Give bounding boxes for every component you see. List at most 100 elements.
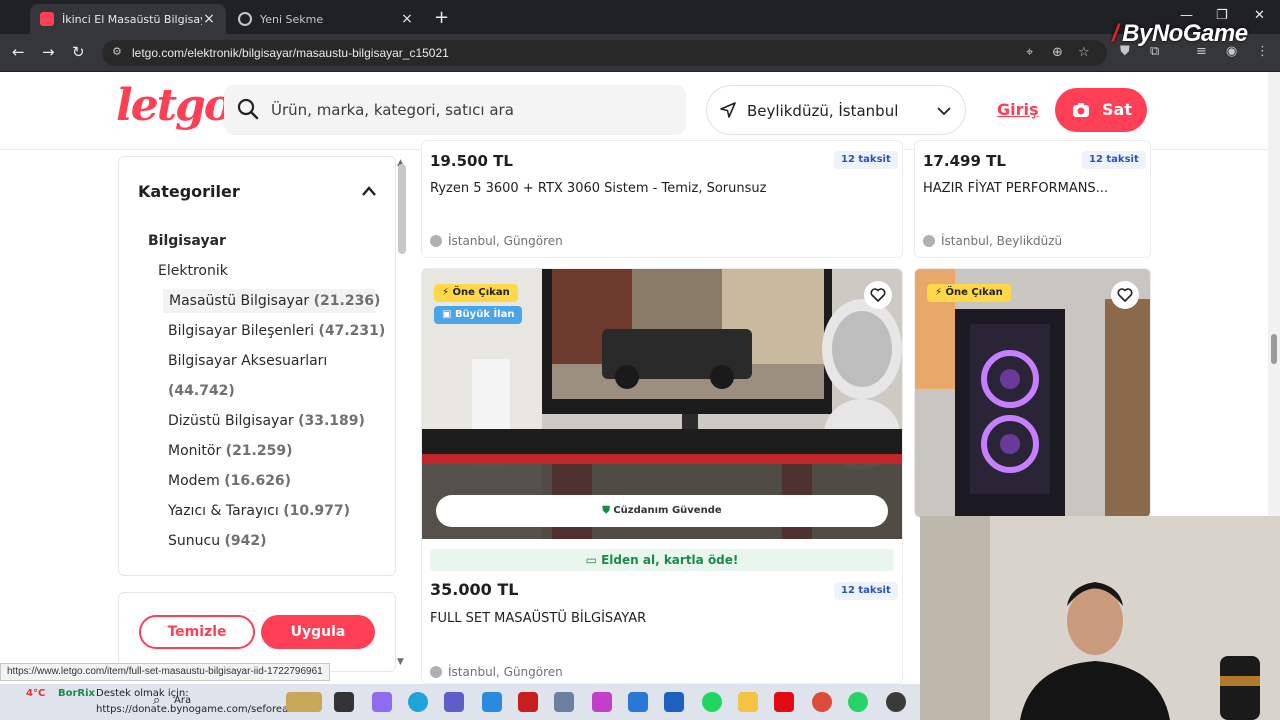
wallet-safe-badge: ⛊ Cüzdanım Güvende	[436, 495, 888, 527]
location-text: Beylikdüzü, İstanbul	[747, 102, 899, 120]
listing-image[interactable]: ⚡ Öne Çıkan ▣ Büyük İlan ⛊ Cüzdanım Güve…	[422, 269, 902, 539]
close-window-icon[interactable]: ✕	[1254, 8, 1265, 23]
cash-card-banner: ▭ Elden al, kartla öde!	[430, 549, 894, 571]
forward-icon[interactable]: →	[42, 43, 55, 61]
address-bar: ← → ↻ ⚙ letgo.com/elektronik/bilgisayar/…	[0, 34, 1280, 72]
letgo-favicon-icon	[40, 12, 54, 26]
spotify-icon[interactable]	[702, 692, 722, 712]
search-input[interactable]: Ürün, marka, kategori, satıcı ara	[224, 85, 686, 135]
listing-card[interactable]: 17.499 TL 12 taksit HAZIR FİYAT PERFORMA…	[914, 140, 1151, 258]
streamer-name: BorRix	[58, 688, 96, 699]
category-item-aksesuarlar[interactable]: Bilgisayar Aksesuarları	[168, 353, 327, 369]
edge-icon[interactable]	[408, 692, 428, 712]
snipping-tool-icon[interactable]	[554, 692, 574, 712]
weather-temp: 4°C	[26, 688, 46, 699]
featured-badge: ⚡ Öne Çıkan	[434, 284, 518, 302]
category-item-yazici[interactable]: Yazıcı & Tarayıcı (10.977)	[168, 503, 350, 519]
category-item-monitor[interactable]: Monitör (21.259)	[168, 443, 293, 459]
site-header: letgo Ürün, marka, kategori, satıcı ara …	[0, 72, 1268, 150]
chrome-favicon-icon	[238, 12, 252, 26]
category-panel-title: Kategoriler	[138, 182, 240, 201]
letgo-logo[interactable]: letgo	[116, 80, 233, 131]
site-info-icon[interactable]: ⚙	[112, 45, 126, 59]
zoom-icon[interactable]: ⊕	[1052, 45, 1063, 60]
taskbar-search-label[interactable]: Ara	[174, 695, 191, 706]
clear-button[interactable]: Temizle	[139, 615, 255, 649]
category-item-elektronik[interactable]: Elektronik	[158, 263, 228, 279]
location-pin-icon	[430, 235, 442, 247]
app-icon[interactable]	[664, 692, 684, 712]
page-scrollbar-thumb[interactable]	[1271, 334, 1277, 364]
copilot-icon[interactable]	[372, 692, 392, 712]
sell-label: Sat	[1102, 100, 1132, 119]
listing-title: FULL SET MASAÜSTÜ BİLGİSAYAR	[430, 611, 647, 626]
outlook-icon[interactable]	[628, 692, 648, 712]
location-pin-icon	[430, 666, 442, 678]
installment-badge: 12 taksit	[834, 151, 898, 169]
steam-icon[interactable]	[886, 692, 906, 712]
webcam-overlay	[920, 516, 1280, 720]
login-link[interactable]: Giriş	[997, 100, 1039, 119]
navigation-arrow-icon	[720, 102, 736, 118]
search-icon[interactable]: ⌕	[153, 693, 160, 708]
listing-image[interactable]: ⚡ Öne Çıkan	[915, 269, 1150, 517]
category-item-bilesenler[interactable]: Bilgisayar Bileşenleri (47.231)	[168, 323, 385, 339]
tab-letgo[interactable]: İkinci El Masaüstü Bilgisayar İlanları ×	[30, 4, 226, 34]
category-item-bilgisayar[interactable]: Bilgisayar	[148, 233, 226, 249]
tab-title: Yeni Sekme	[260, 12, 324, 26]
menu-icon[interactable]: ⋮	[1256, 44, 1269, 59]
whatsapp-icon[interactable]	[848, 692, 868, 712]
chevron-up-icon[interactable]	[361, 185, 377, 197]
url-text: letgo.com/elektronik/bilgisayar/masaustu…	[132, 46, 449, 60]
featured-badge: ⚡ Öne Çıkan	[927, 284, 1011, 302]
bookmark-star-icon[interactable]: ☆	[1078, 45, 1090, 60]
reload-icon[interactable]: ↻	[72, 43, 85, 61]
close-tab-icon[interactable]: ×	[400, 11, 414, 27]
url-field[interactable]: ⚙ letgo.com/elektronik/bilgisayar/masaus…	[102, 40, 1107, 66]
favorite-heart-icon[interactable]	[1111, 281, 1139, 309]
chevron-down-icon	[937, 107, 951, 116]
listing-location: İstanbul, Güngören	[430, 665, 563, 679]
listing-price: 19.500 TL	[430, 152, 513, 170]
category-item-aksesuarlar-count[interactable]: (44.742)	[168, 383, 235, 399]
listing-location: İstanbul, Güngören	[430, 234, 563, 248]
listing-title: HAZIR FİYAT PERFORMANS...	[923, 181, 1109, 196]
camera-icon	[1073, 103, 1089, 117]
chrome-icon[interactable]	[812, 692, 832, 712]
netflix-icon[interactable]	[774, 692, 794, 712]
taskbar: 4°C BorRix Destek olmak için: https://do…	[0, 684, 920, 720]
search-highlight-icon[interactable]	[286, 692, 322, 712]
cc-icon[interactable]	[592, 692, 612, 712]
back-icon[interactable]: ←	[12, 43, 25, 61]
category-panel: Kategoriler Bilgisayar Elektronik Masaüs…	[118, 156, 396, 576]
store-icon[interactable]	[482, 692, 502, 712]
sell-button[interactable]: Sat	[1055, 88, 1147, 132]
category-item-dizustu[interactable]: Dizüstü Bilgisayar (33.189)	[168, 413, 365, 429]
listing-title: Ryzen 5 3600 + RTX 3060 Sistem - Temiz, …	[430, 181, 767, 196]
location-icon[interactable]: ⌖	[1026, 45, 1033, 60]
task-view-icon[interactable]	[334, 692, 354, 712]
favorite-heart-icon[interactable]	[864, 281, 892, 309]
category-item-modem[interactable]: Modem (16.626)	[168, 473, 291, 489]
close-tab-icon[interactable]: ×	[202, 11, 216, 27]
pdf-icon[interactable]	[518, 692, 538, 712]
listing-card[interactable]: 19.500 TL 12 taksit Ryzen 5 3600 + RTX 3…	[421, 140, 903, 258]
file-explorer-icon[interactable]	[738, 692, 758, 712]
scroll-down-icon[interactable]: ▼	[397, 657, 404, 667]
bynogame-watermark: / ByNoGame	[1112, 20, 1248, 47]
filter-actions: Temizle Uygula	[118, 592, 396, 672]
new-tab-icon[interactable]: +	[434, 7, 449, 28]
location-selector[interactable]: Beylikdüzü, İstanbul	[706, 85, 966, 135]
search-icon	[237, 98, 259, 120]
tab-new[interactable]: Yeni Sekme ×	[228, 4, 424, 34]
teams-icon[interactable]	[444, 692, 464, 712]
listing-card-featured[interactable]: ⚡ Öne Çıkan ▣ Büyük İlan ⛊ Cüzdanım Güve…	[421, 268, 903, 684]
big-listing-badge: ▣ Büyük İlan	[434, 306, 523, 324]
category-item-sunucu[interactable]: Sunucu (942)	[168, 533, 267, 549]
installment-badge: 12 taksit	[834, 582, 898, 600]
sidebar-scrollbar[interactable]	[398, 164, 406, 254]
listing-location: İstanbul, Beylikdüzü	[923, 234, 1062, 248]
listing-card-featured[interactable]: ⚡ Öne Çıkan	[914, 268, 1151, 518]
category-item-masaustu[interactable]: Masaüstü Bilgisayar (21.236)	[163, 289, 380, 313]
apply-button[interactable]: Uygula	[261, 615, 375, 649]
